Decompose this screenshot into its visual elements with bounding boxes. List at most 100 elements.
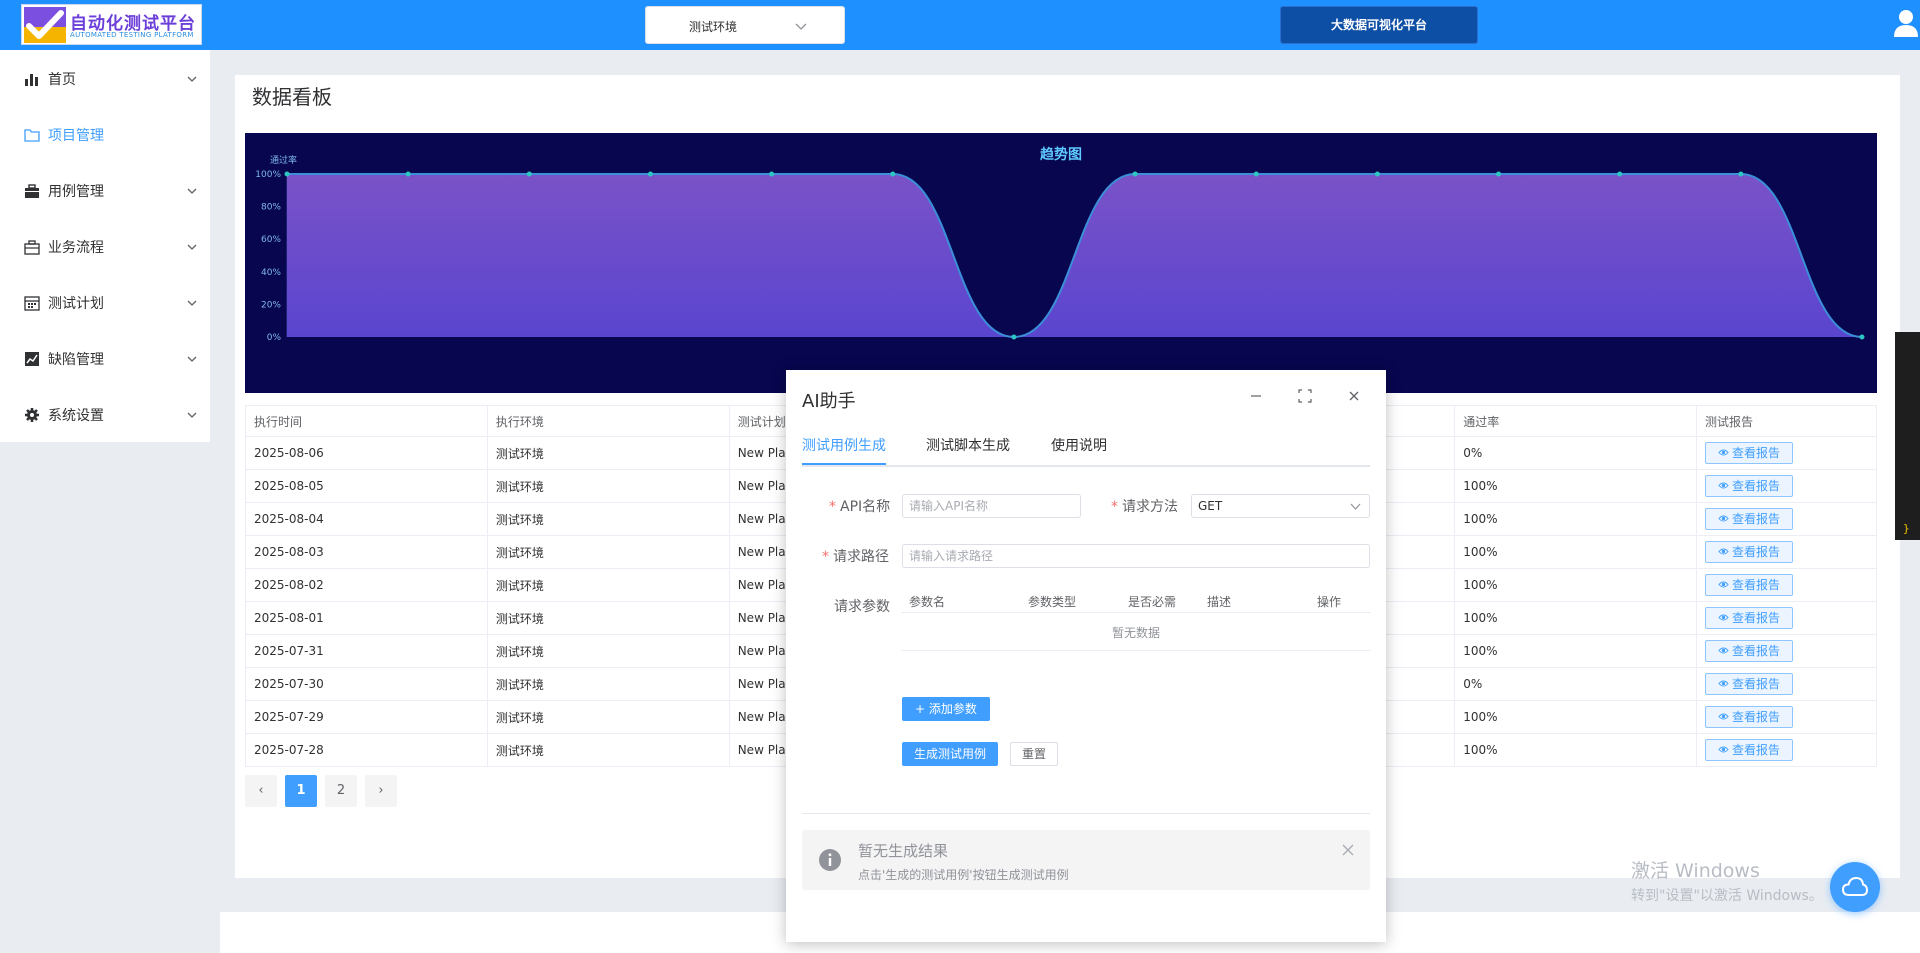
view-report-button[interactable]: 查看报告 [1705,574,1794,596]
eye-icon [1718,548,1729,555]
cell-pass-rate: 100% [1454,535,1698,569]
cell-time: 2025-08-06 [245,436,488,470]
sidebar-item-test-plan[interactable]: 测试计划 [0,274,210,330]
trend-chart: 趋势图 通过率 0% 20% 40% 60% 80% 100% [245,133,1877,393]
close-icon[interactable] [1346,388,1362,404]
column-header-report: 测试报告 [1696,405,1877,437]
close-icon[interactable] [1342,844,1354,856]
data-point[interactable] [1617,171,1623,177]
add-param-button[interactable]: + 添加参数 [902,697,990,721]
data-point[interactable] [1496,171,1502,177]
data-point[interactable] [1253,171,1259,177]
data-point[interactable] [890,171,896,177]
view-report-button[interactable]: 查看报告 [1705,508,1794,530]
logo-check-icon [24,7,66,43]
tab-testcase-generation[interactable]: 测试用例生成 [802,435,886,455]
data-point[interactable] [405,171,411,177]
sidebar-item-settings[interactable]: 系统设置 [0,386,210,442]
view-report-button[interactable]: 查看报告 [1705,640,1794,662]
page-1-button[interactable]: 1 [285,775,317,807]
bigdata-platform-button[interactable]: 大数据可视化平台 [1280,6,1478,44]
tab-usage-guide[interactable]: 使用说明 [1051,435,1107,455]
divider [802,813,1370,814]
app-logo[interactable]: 自动化测试平台 AUTOMATED TESTING PLATFORM [21,4,202,45]
sidebar-item-workflow[interactable]: 业务流程 [0,218,210,274]
data-point[interactable] [284,171,290,177]
eye-icon [1718,680,1729,687]
data-point[interactable] [1011,334,1017,340]
data-point[interactable] [526,171,532,177]
params-table-header: 参数名 参数类型 是否必需 描述 操作 [901,591,1371,613]
request-method-select[interactable]: GET [1191,494,1370,518]
sidebar-item-defects[interactable]: 缺陷管理 [0,330,210,386]
y-tick-label: 40% [261,268,281,278]
sidebar-item-cases[interactable]: 用例管理 [0,162,210,218]
environment-select-value: 测试环境 [689,20,738,34]
data-point[interactable] [1374,171,1380,177]
dialog-title: AI助手 [802,391,856,412]
api-name-input[interactable]: 请输入API名称 [902,494,1081,518]
cell-time: 2025-08-01 [245,601,488,635]
cell-pass-rate: 0% [1454,436,1698,470]
chevron-down-icon [1350,503,1361,510]
cell-env: 测试环境 [486,568,730,602]
cell-report: 查看报告 [1696,568,1877,602]
y-tick-label: 0% [267,333,282,343]
request-path-input[interactable]: 请输入请求路径 [902,544,1370,568]
view-report-button[interactable]: 查看报告 [1705,673,1794,695]
fullscreen-icon[interactable] [1297,388,1313,404]
chevron-down-icon [795,23,807,30]
request-method-value: GET [1198,499,1223,513]
sidebar-item-home[interactable]: 首页 [0,50,210,106]
view-report-button[interactable]: 查看报告 [1705,475,1794,497]
user-avatar-icon[interactable] [1893,8,1919,38]
environment-select[interactable]: 测试环境 [645,6,845,44]
view-report-button[interactable]: 查看报告 [1705,442,1794,464]
chevron-down-icon [187,76,197,82]
data-point[interactable] [1859,334,1865,340]
watermark-line-1: 激活 Windows [1631,860,1760,882]
cell-report: 查看报告 [1696,535,1877,569]
view-report-button[interactable]: 查看报告 [1705,541,1794,563]
param-col-required: 是否必需 [1128,595,1177,609]
tab-script-generation[interactable]: 测试脚本生成 [926,435,1010,455]
cell-time: 2025-07-28 [245,733,488,767]
cell-env: 测试环境 [486,502,730,536]
cell-env: 测试环境 [486,535,730,569]
cell-time: 2025-07-29 [245,700,488,734]
page-2-button[interactable]: 2 [325,775,357,807]
next-page-button[interactable]: › [365,775,397,807]
editor-glyph: } [1903,522,1910,535]
sidebar-item-label: 系统设置 [48,408,104,424]
cell-time: 2025-08-05 [245,469,488,503]
view-report-button[interactable]: 查看报告 [1705,706,1794,728]
reset-button[interactable]: 重置 [1010,742,1058,766]
chevron-down-icon [187,244,197,250]
sidebar-item-projects[interactable]: 项目管理 [0,106,210,162]
data-point[interactable] [647,171,653,177]
request-method-label: * 请求方法 [1111,499,1178,515]
view-report-button[interactable]: 查看报告 [1705,607,1794,629]
briefcase-icon [25,184,39,198]
logo-subtitle: AUTOMATED TESTING PLATFORM [70,31,194,39]
request-params-label: 请求参数 [834,599,890,615]
cell-pass-rate: 100% [1454,601,1698,635]
generate-testcase-button[interactable]: 生成测试用例 [902,742,998,766]
data-point[interactable] [1132,171,1138,177]
cell-pass-rate: 100% [1454,733,1698,767]
top-header: 自动化测试平台 AUTOMATED TESTING PLATFORM 测试环境 … [0,0,1920,50]
view-report-button[interactable]: 查看报告 [1705,739,1794,761]
suitcase-icon [24,240,40,255]
minimize-icon[interactable] [1248,388,1264,404]
chevron-down-icon [187,412,197,418]
sidebar-item-label: 首页 [48,72,76,88]
cloud-float-button[interactable] [1830,862,1880,912]
cell-report: 查看报告 [1696,634,1877,668]
bar-chart-icon [25,74,38,86]
sidebar-item-label: 业务流程 [48,240,104,256]
data-point[interactable] [769,171,775,177]
folder-icon [24,129,40,142]
params-empty-state: 暂无数据 [901,615,1371,651]
data-point[interactable] [1738,171,1744,177]
prev-page-button[interactable]: ‹ [245,775,277,807]
